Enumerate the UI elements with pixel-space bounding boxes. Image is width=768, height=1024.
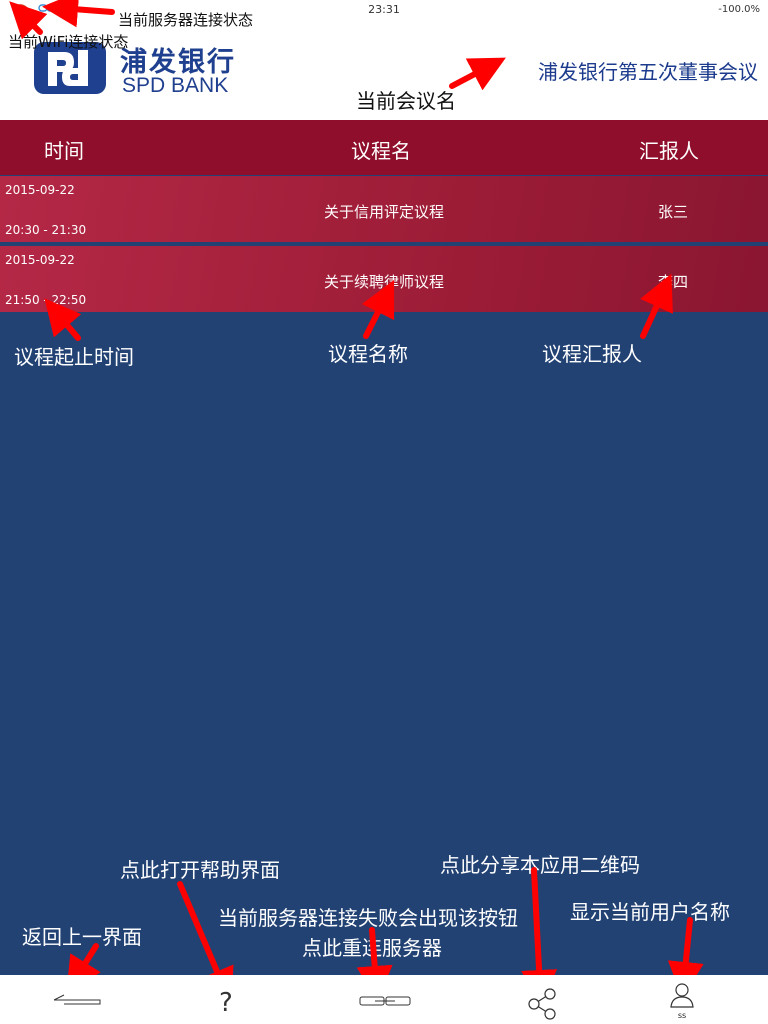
agenda-title: 关于信用评定议程 bbox=[323, 203, 444, 221]
agenda-time-range: 20:30 - 21:30 bbox=[5, 223, 87, 237]
agenda-table-header: 时间 议程名 汇报人 bbox=[0, 120, 768, 175]
help-icon: ? bbox=[219, 988, 233, 1017]
annotation-reconnect-hint: 点此重连服务器 bbox=[302, 936, 442, 960]
annotation-share: 点此分享本应用二维码 bbox=[440, 853, 640, 877]
annotation-server-status: 当前服务器连接状态 bbox=[118, 11, 254, 29]
agenda-row[interactable]: 2015-09-22 20:30 - 21:30 关于信用评定议程 张三 bbox=[0, 176, 768, 242]
share-icon bbox=[528, 988, 556, 1020]
logo-english-text: SPD BANK bbox=[122, 74, 229, 97]
current-user-name: ss bbox=[677, 1011, 687, 1020]
bottom-toolbar: ? ss bbox=[0, 975, 768, 1024]
status-time: 23:31 bbox=[368, 3, 400, 16]
help-button[interactable]: ? bbox=[206, 975, 246, 1024]
battery-level: -100.0% bbox=[718, 4, 760, 15]
header-time: 时间 bbox=[44, 139, 84, 163]
agenda-row[interactable]: 2015-09-22 21:50 - 22:50 关于续聘律师议程 李四 bbox=[0, 246, 768, 312]
user-icon bbox=[670, 983, 694, 1008]
agenda-title: 关于续聘律师议程 bbox=[323, 273, 444, 291]
svg-text:?: ? bbox=[219, 988, 233, 1017]
agenda-reporter: 李四 bbox=[658, 273, 689, 291]
agenda-time-range: 21:50 - 22:50 bbox=[5, 293, 87, 307]
agenda-date: 2015-09-22 bbox=[5, 183, 75, 197]
status-bar: 23:31 -100.0% bbox=[0, 0, 768, 20]
header-agenda-name: 议程名 bbox=[351, 139, 411, 163]
share-button[interactable] bbox=[520, 975, 566, 1024]
annotation-agenda-reporter: 议程汇报人 bbox=[542, 342, 642, 366]
arrow-meeting-name bbox=[449, 57, 506, 91]
annotation-help: 点此打开帮助界面 bbox=[120, 858, 280, 882]
back-button[interactable] bbox=[40, 975, 120, 1024]
reconnect-icon bbox=[359, 996, 411, 1006]
meeting-name: 浦发银行第五次董事会议 bbox=[538, 60, 758, 84]
reconnect-button[interactable] bbox=[350, 975, 420, 1024]
back-arrow-icon bbox=[53, 994, 101, 1005]
user-button[interactable]: ss bbox=[660, 975, 704, 1024]
annotation-wifi-status: 当前WiFi连接状态 bbox=[8, 33, 129, 51]
annotation-back: 返回上一界面 bbox=[22, 925, 142, 949]
annotation-user-name: 显示当前用户名称 bbox=[570, 900, 730, 924]
agenda-date: 2015-09-22 bbox=[5, 253, 75, 267]
agenda-reporter: 张三 bbox=[658, 203, 689, 221]
annotation-reconnect: 当前服务器连接失败会出现该按钮 bbox=[218, 906, 518, 930]
annotation-agenda-name: 议程名称 bbox=[328, 342, 408, 366]
annotation-meeting-name: 当前会议名 bbox=[356, 89, 456, 113]
header-reporter: 汇报人 bbox=[639, 139, 699, 163]
annotation-agenda-time: 议程起止时间 bbox=[14, 345, 134, 369]
